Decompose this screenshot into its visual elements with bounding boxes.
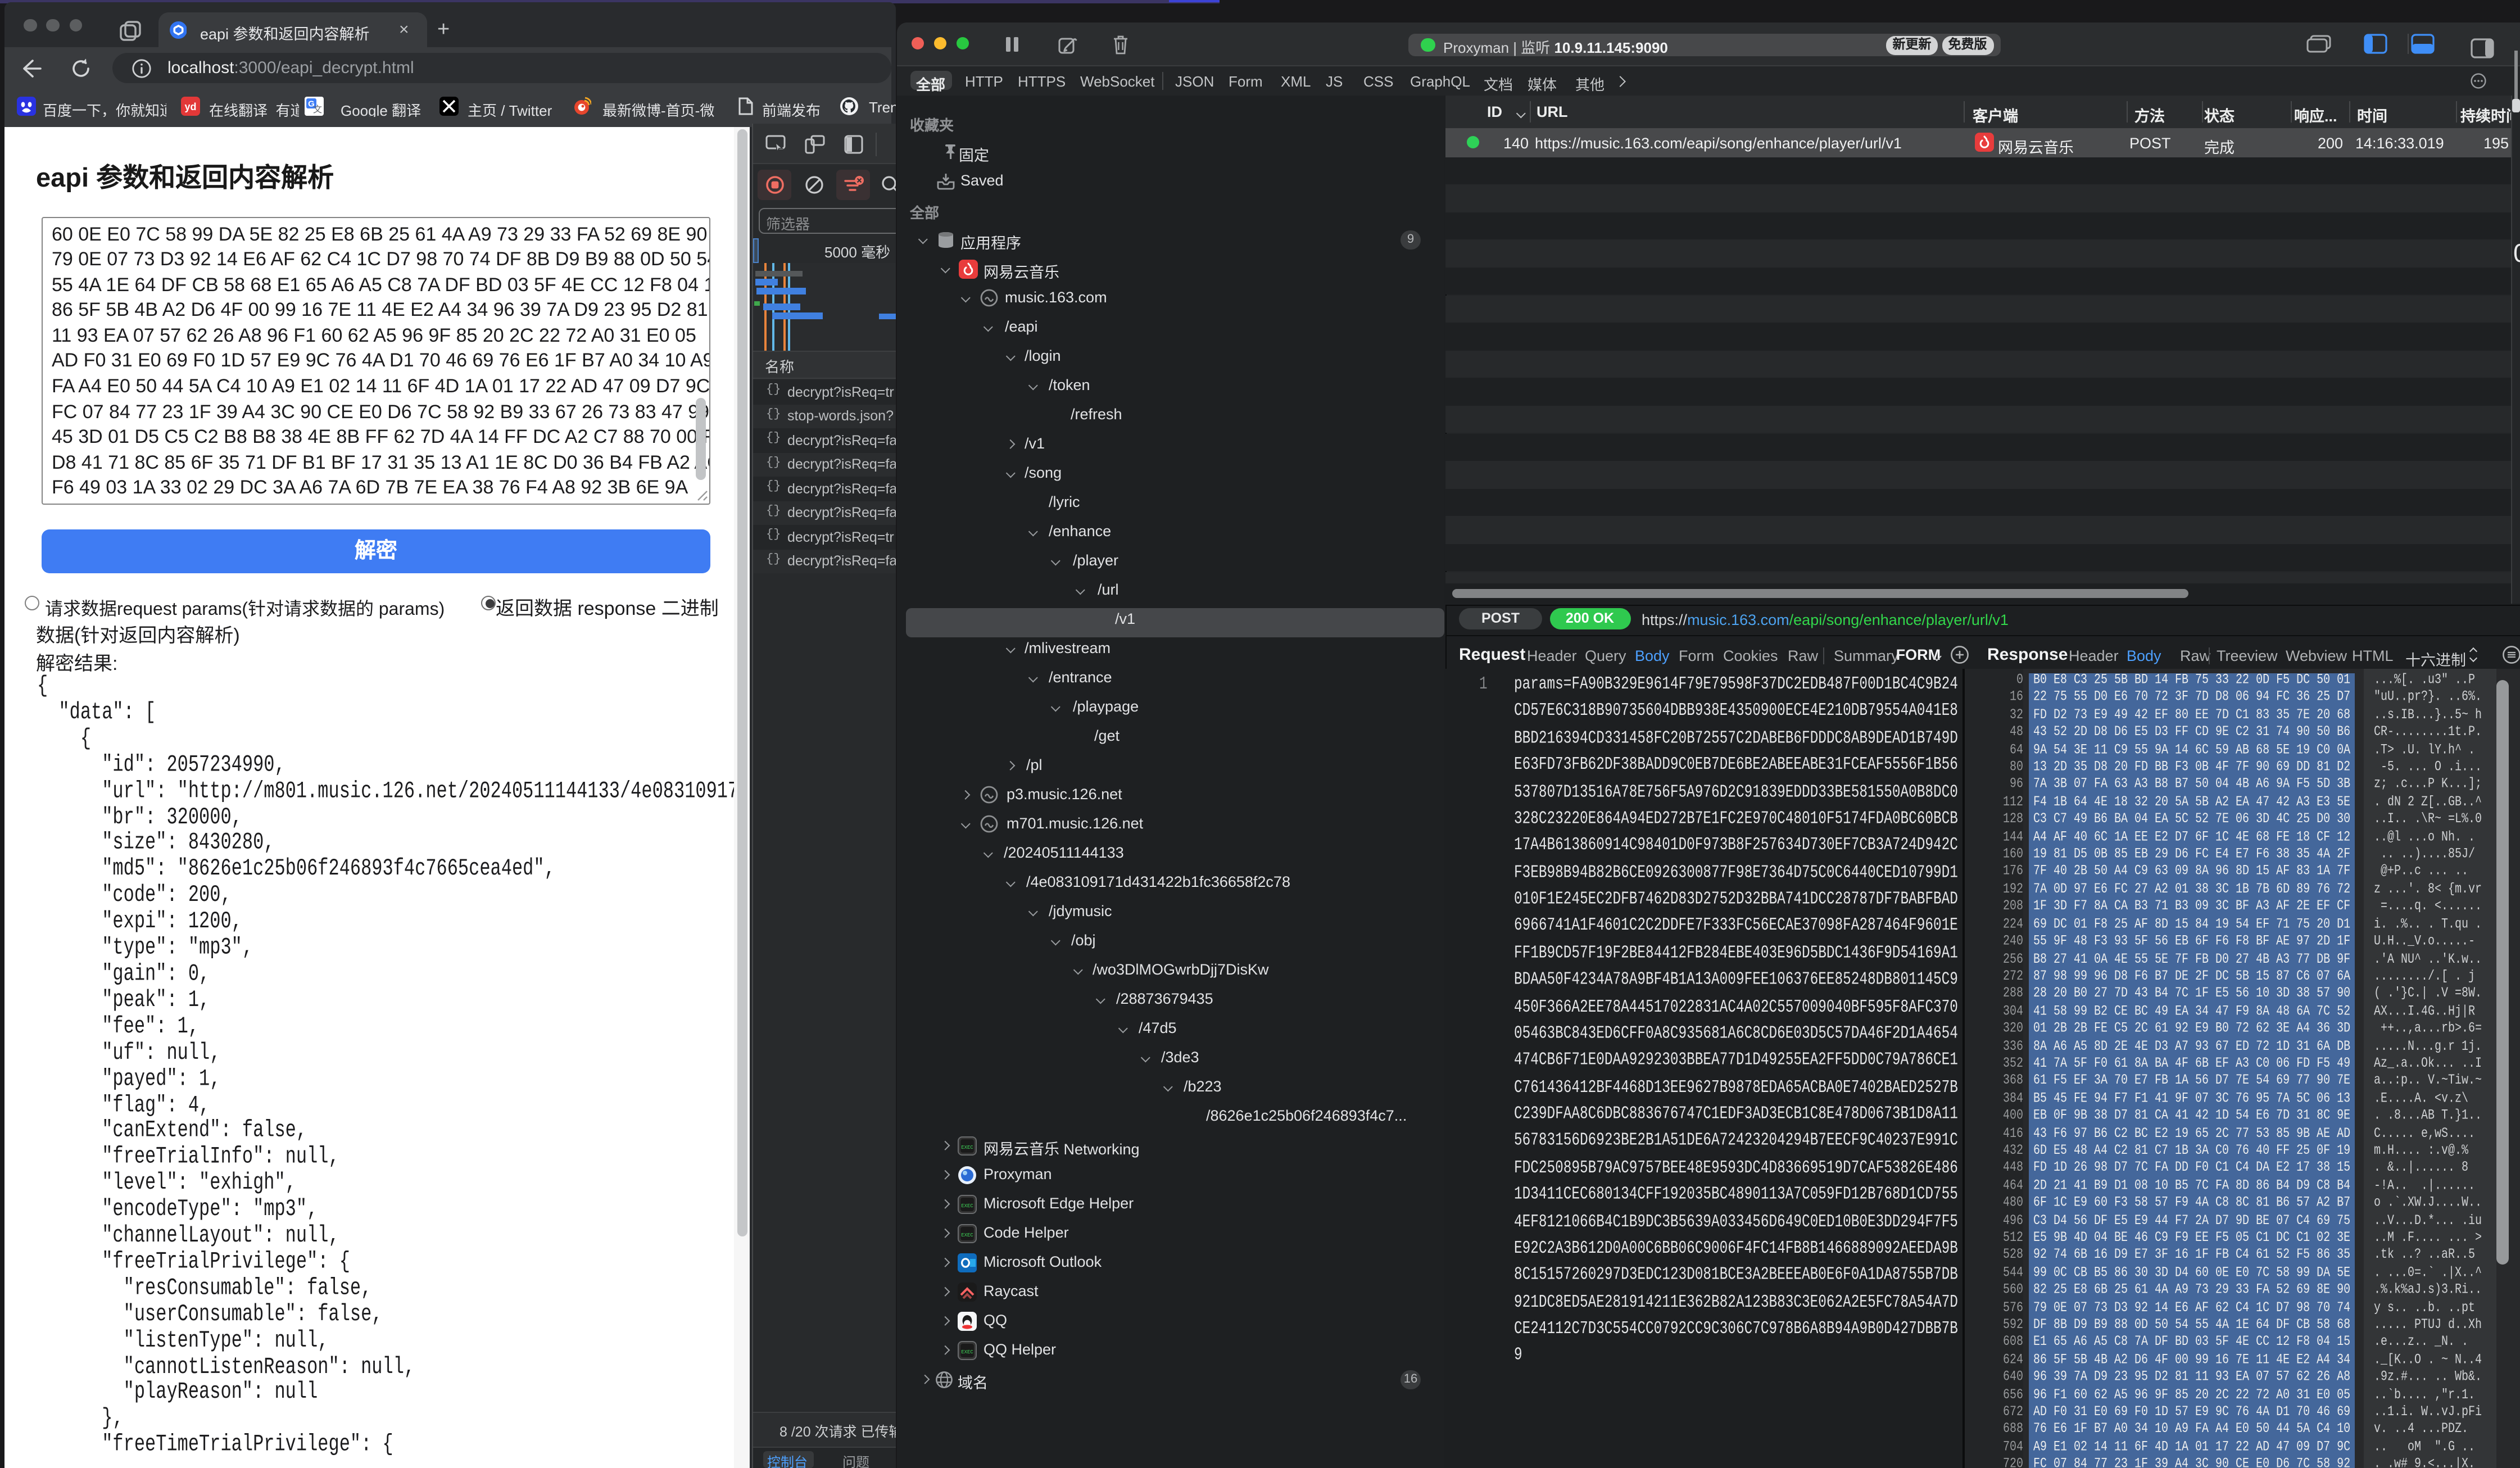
svg-text:EXEC: EXEC [960,1232,973,1238]
svg-text:文: 文 [313,104,322,114]
svg-text:EXEC: EXEC [960,1349,973,1354]
svg-text:EXEC: EXEC [960,1144,973,1150]
svg-text:yd: yd [184,101,196,112]
svg-text:EXEC: EXEC [960,1203,973,1208]
